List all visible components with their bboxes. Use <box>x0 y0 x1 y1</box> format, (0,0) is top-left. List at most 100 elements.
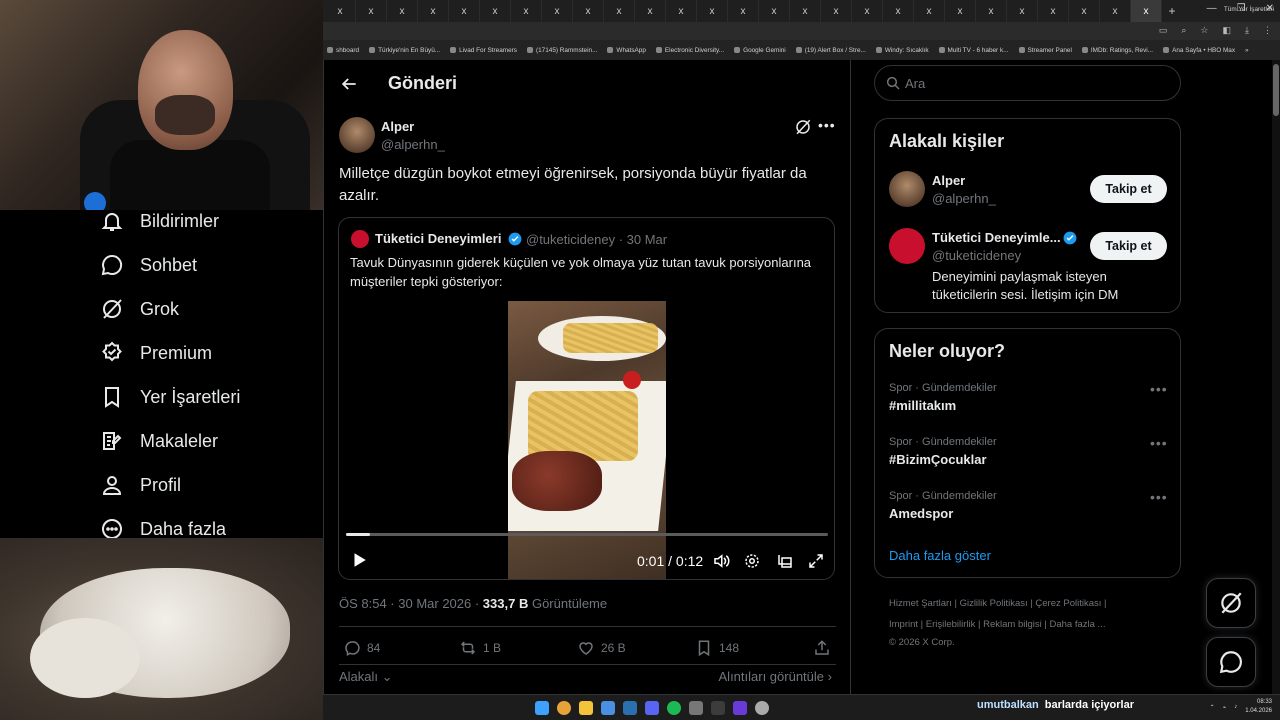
browser-tab[interactable]: x <box>1100 0 1131 22</box>
sidebar-item-notifications[interactable]: Bildirimler <box>100 206 219 236</box>
chrome-icon[interactable] <box>557 701 571 715</box>
bookmark-item[interactable]: Electronic Diversity... <box>655 47 724 54</box>
app-icon[interactable] <box>689 701 703 715</box>
grok-icon[interactable] <box>794 118 812 136</box>
page-scrollbar[interactable] <box>1272 60 1280 694</box>
avatar[interactable] <box>889 228 925 264</box>
play-icon[interactable] <box>350 551 368 569</box>
related-filter[interactable]: Alakalı ⌄ <box>339 669 393 685</box>
browser-tab[interactable]: x <box>914 0 945 22</box>
footer-links[interactable]: Hizmet Şartları | Gizlilik Politikası | … <box>889 598 1107 609</box>
more-options-icon[interactable]: ••• <box>818 117 836 133</box>
sidebar-item-chat[interactable]: Sohbet <box>100 250 197 280</box>
bookmark-item[interactable]: Streamer Panel <box>1018 47 1072 54</box>
footer-links[interactable]: Imprint | Erişilebilirlik | Reklam bilgi… <box>889 619 1105 630</box>
spotify-icon[interactable] <box>667 701 681 715</box>
all-bookmarks[interactable]: Tüm Yer İşaretleri <box>1224 6 1274 13</box>
browser-tab[interactable]: x <box>666 0 697 22</box>
fullscreen-icon[interactable] <box>807 552 825 570</box>
browser-tab[interactable]: x <box>976 0 1007 22</box>
search-input[interactable]: Ara <box>874 65 1181 101</box>
volume-icon[interactable] <box>712 552 730 570</box>
browser-tab[interactable]: x <box>449 0 480 22</box>
extensions-icon[interactable]: ◧ <box>1223 25 1232 36</box>
post-timestamp[interactable]: ÖS 8:54 · 30 Mar 2026 · <box>339 596 483 611</box>
browser-tab[interactable]: x <box>418 0 449 22</box>
browser-tab[interactable]: x <box>480 0 511 22</box>
more-options-icon[interactable]: ••• <box>1150 381 1168 397</box>
app-icon[interactable] <box>601 701 615 715</box>
trend-name[interactable]: Amedspor <box>889 506 953 521</box>
browser-tab[interactable]: x <box>821 0 852 22</box>
browser-tab[interactable]: x <box>542 0 573 22</box>
share-button[interactable] <box>813 639 831 657</box>
bookmark-item[interactable]: Google Gemini <box>734 47 786 54</box>
bookmarks-overflow[interactable]: » <box>1245 47 1249 54</box>
video-progress-bar[interactable] <box>346 533 828 536</box>
messages-fab-button[interactable] <box>1206 637 1256 687</box>
author-name[interactable]: Alper <box>381 119 414 134</box>
follow-button[interactable]: Takip et <box>1090 232 1167 260</box>
menu-icon[interactable]: ⋮ <box>1263 25 1272 36</box>
browser-tab[interactable]: x <box>728 0 759 22</box>
browser-tab[interactable]: x <box>759 0 790 22</box>
download-icon[interactable]: ⤓ <box>1245 25 1249 36</box>
avatar[interactable] <box>889 171 925 207</box>
app-icon[interactable] <box>755 701 769 715</box>
grok-fab-button[interactable] <box>1206 578 1256 628</box>
bookmark-item[interactable]: Livad For Streamers <box>450 47 517 54</box>
view-quotes-link[interactable]: Alıntıları görüntüle › <box>719 669 832 684</box>
browser-tab[interactable]: x <box>1007 0 1038 22</box>
sidebar-item-premium[interactable]: Premium <box>100 338 212 368</box>
sidebar-item-profile[interactable]: Profil <box>100 470 181 500</box>
browser-tab[interactable]: x <box>356 0 387 22</box>
star-icon[interactable]: ☆ <box>1200 25 1208 36</box>
person-name[interactable]: Tüketici Deneyimle... <box>932 230 1061 245</box>
follow-button[interactable]: Takip et <box>1090 175 1167 203</box>
back-arrow-icon[interactable] <box>339 74 359 94</box>
browser-tab[interactable]: x <box>511 0 542 22</box>
like-button[interactable]: 26 B <box>577 639 626 657</box>
more-options-icon[interactable]: ••• <box>1150 489 1168 505</box>
browser-tab[interactable]: x <box>790 0 821 22</box>
picture-in-picture-icon[interactable] <box>776 552 794 570</box>
browser-tab[interactable]: x <box>883 0 914 22</box>
bookmark-item[interactable]: Windy: Sıcaklık <box>875 47 929 54</box>
new-tab-button[interactable]: + <box>1162 4 1182 18</box>
bookmark-item[interactable]: Türkiye'nin En Büyü... <box>369 47 440 54</box>
quoted-post[interactable]: Tüketici Deneyimleri @tuketicideney · 30… <box>338 217 835 580</box>
trend-name[interactable]: #BizimÇocuklar <box>889 452 987 467</box>
browser-tab[interactable]: x <box>852 0 883 22</box>
bookmark-item[interactable]: shboard <box>327 47 359 54</box>
app-icon[interactable] <box>733 701 747 715</box>
browser-tab[interactable]: x <box>635 0 666 22</box>
author-avatar[interactable] <box>339 117 375 153</box>
bookmark-item[interactable]: IMDb: Ratings, Revi... <box>1081 47 1153 54</box>
bookmark-button[interactable]: 148 <box>695 639 739 657</box>
browser-tab[interactable]: x <box>604 0 635 22</box>
browser-tab[interactable]: x <box>1131 0 1162 22</box>
bookmark-item[interactable]: (17145) Rammstein... <box>526 47 597 54</box>
bookmark-item[interactable]: (19) Alert Box / Stre... <box>795 47 866 54</box>
video-player[interactable]: 0:01 / 0:12 <box>339 301 834 579</box>
start-icon[interactable] <box>535 701 549 715</box>
steam-icon[interactable] <box>623 701 637 715</box>
browser-tab[interactable]: x <box>945 0 976 22</box>
browser-tab[interactable]: x <box>1038 0 1069 22</box>
folder-icon[interactable] <box>579 701 593 715</box>
browser-tab[interactable]: x <box>325 0 356 22</box>
bookmark-item[interactable]: Multi TV - 6 haber k... <box>938 47 1009 54</box>
browser-tab[interactable]: x <box>697 0 728 22</box>
browser-tab[interactable]: x <box>573 0 604 22</box>
browser-tab[interactable]: x <box>1069 0 1100 22</box>
person-name[interactable]: Alper <box>932 173 965 188</box>
cast-icon[interactable]: ▭ <box>1159 25 1168 36</box>
trend-name[interactable]: #millitakım <box>889 398 956 413</box>
minimize-icon[interactable]: — <box>1207 3 1217 14</box>
author-handle[interactable]: @alperhn_ <box>381 137 445 152</box>
repost-button[interactable]: 1 B <box>459 639 501 657</box>
network-icon[interactable]: ⌁ <box>1223 704 1227 711</box>
show-more-link[interactable]: Daha fazla göster <box>889 548 991 563</box>
reply-button[interactable]: 84 <box>343 639 380 657</box>
sidebar-item-bookmarks[interactable]: Yer İşaretleri <box>100 382 240 412</box>
